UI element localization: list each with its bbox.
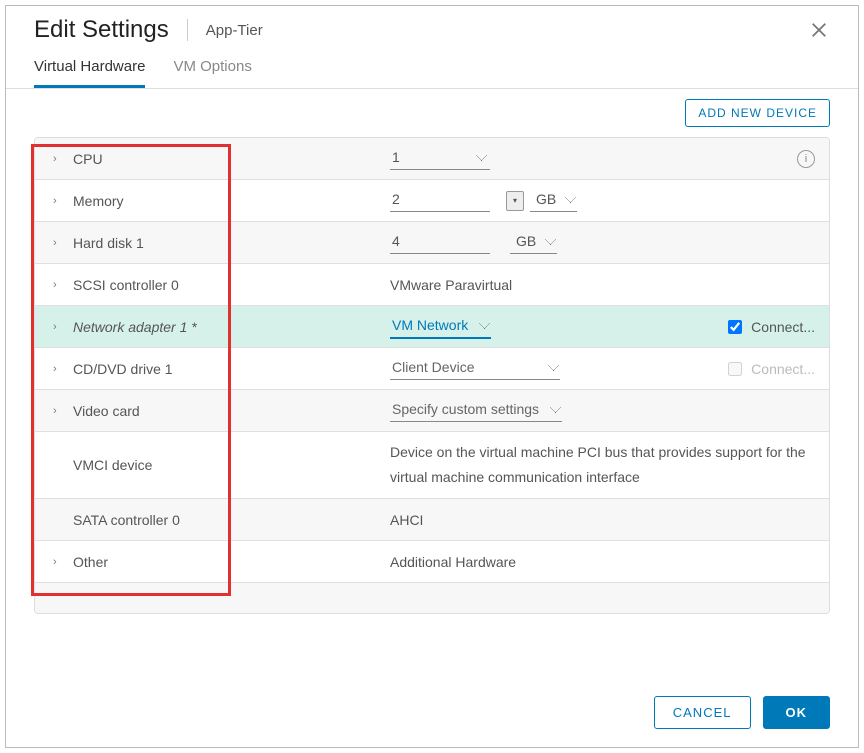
info-icon[interactable]: i (797, 150, 815, 168)
chevron-right-icon[interactable]: › (53, 195, 65, 207)
memory-label: Memory (73, 193, 124, 209)
dialog-header: Edit Settings App-Tier (6, 6, 858, 50)
edit-settings-dialog: Edit Settings App-Tier Virtual Hardware … (5, 5, 859, 748)
vmci-label: VMCI device (73, 457, 152, 473)
chevron-right-icon[interactable]: › (53, 153, 65, 165)
cd-connect: Connect... (724, 359, 815, 379)
memory-unit-select[interactable]: GB (530, 189, 577, 212)
row-scsi: › SCSI controller 0 VMware Paravirtual (35, 264, 829, 306)
close-icon[interactable] (808, 19, 830, 41)
row-empty (35, 583, 829, 613)
cpu-label: CPU (73, 151, 103, 167)
ok-button[interactable]: OK (763, 696, 831, 729)
dialog-title: Edit Settings (34, 16, 169, 44)
chevron-right-icon[interactable]: › (53, 363, 65, 375)
disk-size-input[interactable] (390, 231, 490, 254)
disk-label: Hard disk 1 (73, 235, 144, 251)
tab-vm-options[interactable]: VM Options (173, 50, 251, 88)
cancel-button[interactable]: CANCEL (654, 696, 751, 729)
other-label: Other (73, 554, 108, 570)
chevron-right-icon[interactable]: › (53, 321, 65, 333)
cpu-count-select[interactable]: 1 (390, 147, 490, 170)
scsi-value: VMware Paravirtual (390, 277, 512, 293)
row-video-card: › Video card Specify custom settings (35, 390, 829, 432)
row-cd-dvd: › CD/DVD drive 1 Client Device Connect..… (35, 348, 829, 390)
row-cpu: › CPU 1 i (35, 138, 829, 180)
network-connect[interactable]: Connect... (724, 317, 815, 337)
row-sata: › SATA controller 0 AHCI (35, 499, 829, 541)
row-other: › Other Additional Hardware (35, 541, 829, 583)
network-select[interactable]: VM Network (390, 315, 491, 339)
memory-stepper[interactable]: ▾ (506, 191, 524, 211)
toolbar: ADD NEW DEVICE (6, 89, 858, 137)
video-select[interactable]: Specify custom settings (390, 399, 562, 422)
scsi-label: SCSI controller 0 (73, 277, 179, 293)
tabs: Virtual Hardware VM Options (6, 50, 858, 89)
network-label: Network adapter 1 * (73, 319, 197, 335)
row-vmci: › VMCI device Device on the virtual mach… (35, 432, 829, 499)
hardware-panel: › CPU 1 i › Memory ▾ GB (34, 137, 830, 614)
chevron-right-icon[interactable]: › (53, 237, 65, 249)
chevron-right-icon[interactable]: › (53, 405, 65, 417)
row-memory: › Memory ▾ GB (35, 180, 829, 222)
disk-unit-select[interactable]: GB (510, 231, 557, 254)
cd-connect-checkbox (728, 362, 742, 376)
divider (187, 19, 188, 41)
network-connect-checkbox[interactable] (728, 320, 742, 334)
vmci-value: Device on the virtual machine PCI bus th… (390, 440, 815, 490)
add-new-device-button[interactable]: ADD NEW DEVICE (685, 99, 830, 127)
cd-device-select[interactable]: Client Device (390, 357, 560, 380)
video-label: Video card (73, 403, 140, 419)
cd-connect-label: Connect... (751, 361, 815, 377)
sata-label: SATA controller 0 (73, 512, 180, 528)
sata-value: AHCI (390, 512, 423, 528)
network-connect-label: Connect... (751, 319, 815, 335)
vm-name: App-Tier (206, 22, 263, 39)
cd-label: CD/DVD drive 1 (73, 361, 173, 377)
other-value: Additional Hardware (390, 554, 516, 570)
tab-virtual-hardware[interactable]: Virtual Hardware (34, 50, 145, 88)
row-disk: › Hard disk 1 GB (35, 222, 829, 264)
chevron-right-icon[interactable]: › (53, 279, 65, 291)
row-network-adapter: › Network adapter 1 * VM Network Connect… (35, 306, 829, 348)
chevron-right-icon[interactable]: › (53, 556, 65, 568)
memory-value-input[interactable] (390, 189, 490, 212)
dialog-footer: CANCEL OK (654, 696, 830, 729)
